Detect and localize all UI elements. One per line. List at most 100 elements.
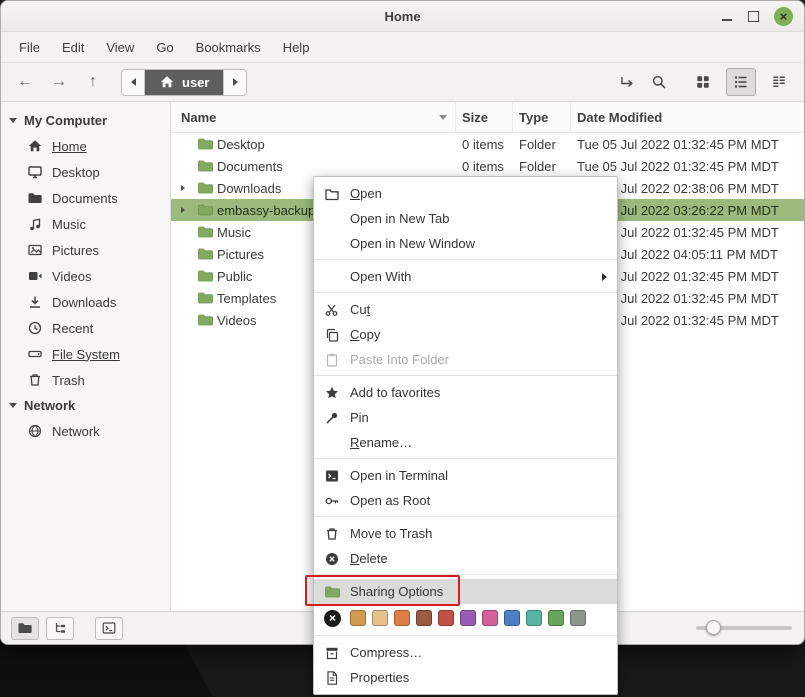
expander-icon[interactable] bbox=[181, 185, 193, 191]
file-name: Public bbox=[217, 269, 252, 284]
clear-color-button[interactable]: × bbox=[324, 610, 341, 627]
menu-item-label: Open bbox=[350, 186, 382, 201]
menu-item-copy[interactable]: Copy bbox=[314, 322, 617, 347]
menu-item-pin[interactable]: Pin bbox=[314, 405, 617, 430]
sidebar-item-recent[interactable]: Recent bbox=[1, 315, 170, 341]
color-swatch[interactable] bbox=[504, 610, 520, 626]
maximize-button[interactable] bbox=[748, 11, 759, 22]
menu-file[interactable]: File bbox=[9, 36, 50, 59]
trash-icon bbox=[27, 372, 43, 388]
icon-view-button[interactable] bbox=[688, 68, 718, 96]
menu-go[interactable]: Go bbox=[146, 36, 183, 59]
menu-view[interactable]: View bbox=[96, 36, 144, 59]
sidebar-item-file-system[interactable]: File System bbox=[1, 341, 170, 367]
zoom-track[interactable] bbox=[696, 626, 792, 630]
file-size: 0 items bbox=[456, 159, 513, 174]
zoom-slider[interactable] bbox=[696, 626, 792, 630]
view-toggle-group bbox=[688, 68, 794, 96]
menubar: FileEditViewGoBookmarksHelp bbox=[1, 32, 804, 63]
delete-icon bbox=[324, 551, 350, 567]
column-header-name[interactable]: Name bbox=[171, 102, 456, 132]
menu-item-compress[interactable]: Compress… bbox=[314, 640, 617, 665]
color-swatch[interactable] bbox=[548, 610, 564, 626]
color-swatch[interactable] bbox=[350, 610, 366, 626]
home-icon bbox=[27, 138, 43, 154]
column-header-size[interactable]: Size bbox=[456, 102, 513, 132]
network-icon bbox=[27, 423, 43, 439]
sidebar-item-network[interactable]: Network bbox=[1, 418, 170, 444]
color-swatch[interactable] bbox=[460, 610, 476, 626]
breadcrumb-right-button[interactable] bbox=[224, 70, 246, 95]
file-row-documents[interactable]: Documents0 itemsFolderTue 05 Jul 2022 01… bbox=[171, 155, 804, 177]
menu-item-open-in-new-tab[interactable]: Open in New Tab bbox=[314, 206, 617, 231]
menu-item-open-in-new-window[interactable]: Open in New Window bbox=[314, 231, 617, 256]
menu-item-rename[interactable]: Rename… bbox=[314, 430, 617, 455]
column-header-type[interactable]: Type bbox=[513, 102, 571, 132]
file-row-desktop[interactable]: Desktop0 itemsFolderTue 05 Jul 2022 01:3… bbox=[171, 133, 804, 155]
sidebar-item-videos[interactable]: Videos bbox=[1, 263, 170, 289]
sidebar-item-home[interactable]: Home bbox=[1, 133, 170, 159]
toggle-treeview-button[interactable] bbox=[46, 617, 74, 640]
sidebar-item-trash[interactable]: Trash bbox=[1, 367, 170, 393]
downloads-icon bbox=[27, 294, 43, 310]
pictures-icon bbox=[27, 242, 43, 258]
menu-bookmarks[interactable]: Bookmarks bbox=[186, 36, 271, 59]
menu-item-move-to-trash[interactable]: Move to Trash bbox=[314, 521, 617, 546]
forward-button[interactable]: → bbox=[43, 68, 75, 96]
menu-item-sharing-options[interactable]: Sharing Options bbox=[314, 579, 617, 604]
menu-item-label: Cut bbox=[350, 302, 370, 317]
file-date: Tue 05 Jul 2022 01:32:45 PM MDT bbox=[571, 137, 804, 152]
sidebar-item-music[interactable]: Music bbox=[1, 211, 170, 237]
menu-item-paste-into-folder: Paste Into Folder bbox=[314, 347, 617, 372]
menu-item-properties[interactable]: Properties bbox=[314, 665, 617, 690]
color-swatch[interactable] bbox=[570, 610, 586, 626]
places-icon bbox=[17, 620, 33, 636]
toggle-terminal-button[interactable] bbox=[95, 617, 123, 640]
file-name: Pictures bbox=[217, 247, 264, 262]
trash-icon bbox=[324, 526, 350, 542]
minimize-button[interactable] bbox=[721, 10, 733, 22]
titlebar[interactable]: Home × bbox=[1, 1, 804, 32]
sidebar-section-my-computer[interactable]: My Computer bbox=[1, 108, 170, 133]
color-swatch[interactable] bbox=[394, 610, 410, 626]
expander-icon[interactable] bbox=[181, 207, 193, 213]
menu-item-open-with[interactable]: Open With bbox=[314, 264, 617, 289]
color-swatch[interactable] bbox=[416, 610, 432, 626]
menu-item-label: Open in Terminal bbox=[350, 468, 448, 483]
color-swatch[interactable] bbox=[372, 610, 388, 626]
menu-help[interactable]: Help bbox=[273, 36, 320, 59]
menu-edit[interactable]: Edit bbox=[52, 36, 94, 59]
zoom-knob[interactable] bbox=[706, 620, 721, 635]
sidebar-item-pictures[interactable]: Pictures bbox=[1, 237, 170, 263]
up-button[interactable]: ↑ bbox=[77, 68, 109, 96]
color-swatch[interactable] bbox=[526, 610, 542, 626]
sidebar-section-network[interactable]: Network bbox=[1, 393, 170, 418]
file-date: Tue 05 Jul 2022 01:32:45 PM MDT bbox=[571, 159, 804, 174]
breadcrumb-user-button[interactable]: user bbox=[145, 70, 224, 95]
color-swatch[interactable] bbox=[482, 610, 498, 626]
menu-item-label: Compress… bbox=[350, 645, 422, 660]
menu-item-add-to-favorites[interactable]: Add to favorites bbox=[314, 380, 617, 405]
breadcrumb-label: user bbox=[182, 75, 209, 90]
breadcrumb-left-button[interactable] bbox=[122, 70, 145, 95]
column-header-date[interactable]: Date Modified bbox=[571, 102, 804, 132]
close-button[interactable]: × bbox=[774, 7, 793, 26]
sidebar-item-downloads[interactable]: Downloads bbox=[1, 289, 170, 315]
key-icon bbox=[324, 493, 350, 509]
color-swatch[interactable] bbox=[438, 610, 454, 626]
menu-item-cut[interactable]: Cut bbox=[314, 297, 617, 322]
toggle-places-button[interactable] bbox=[11, 617, 39, 640]
compact-view-button[interactable] bbox=[764, 68, 794, 96]
sidebar-item-documents[interactable]: Documents bbox=[1, 185, 170, 211]
menu-item-open[interactable]: Open bbox=[314, 181, 617, 206]
toggle-location-entry-button[interactable] bbox=[612, 68, 642, 96]
back-button[interactable]: ← bbox=[9, 68, 41, 96]
menu-item-open-as-root[interactable]: Open as Root bbox=[314, 488, 617, 513]
menu-item-delete[interactable]: Delete bbox=[314, 546, 617, 571]
menu-item-label: Pin bbox=[350, 410, 369, 425]
menu-item-open-in-terminal[interactable]: Open in Terminal bbox=[314, 463, 617, 488]
folder-icon bbox=[197, 180, 213, 196]
search-button[interactable] bbox=[644, 68, 674, 96]
sidebar-item-desktop[interactable]: Desktop bbox=[1, 159, 170, 185]
list-view-button[interactable] bbox=[726, 68, 756, 96]
